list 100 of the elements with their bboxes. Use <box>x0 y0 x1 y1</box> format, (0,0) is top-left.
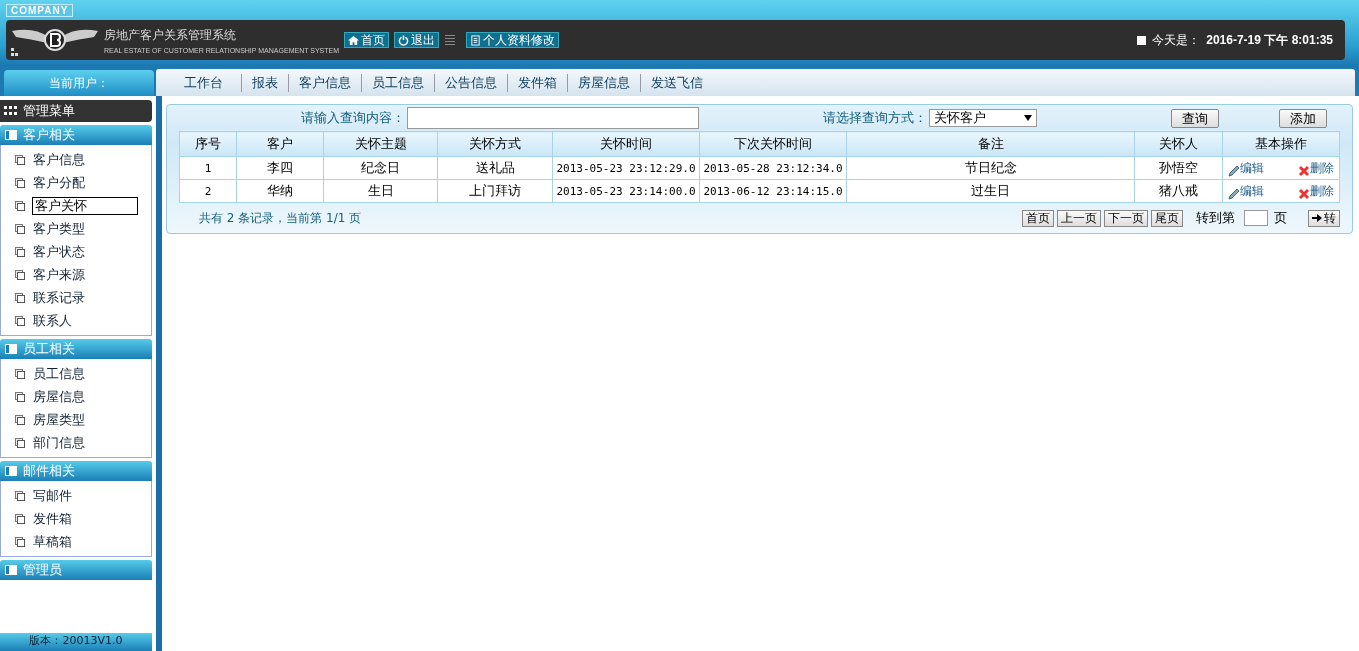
document-icon <box>470 34 482 46</box>
nav-link[interactable]: 发件箱 <box>507 73 567 92</box>
table-cell: 2013-05-23 23:14:00.0 <box>552 179 700 203</box>
column-header: 客户 <box>236 131 324 157</box>
panel-icon <box>5 130 17 140</box>
pager-button[interactable]: 上一页 <box>1057 209 1101 227</box>
pager-button[interactable]: 首页 <box>1022 209 1054 227</box>
menu-title: 管理菜单 <box>23 102 75 120</box>
column-header: 基本操作 <box>1222 131 1340 157</box>
menu-group-title: 管理员 <box>23 561 62 579</box>
cross-icon <box>1298 164 1310 177</box>
home-icon <box>348 34 360 46</box>
column-header: 下次关怀时间 <box>699 131 847 157</box>
table-cell: 生日 <box>323 179 438 203</box>
date-label: 今天是： <box>1152 31 1201 49</box>
delete-link[interactable]: 删除 <box>1298 182 1334 200</box>
nav-link[interactable]: 公告信息 <box>434 73 507 92</box>
page-icon <box>15 246 25 257</box>
system-title: 房地产客户关系管理系统 <box>104 26 237 44</box>
page-icon <box>15 154 25 165</box>
go-button[interactable]: 转 <box>1308 209 1340 227</box>
menu-item[interactable]: 联系记录 <box>30 287 136 308</box>
header-button[interactable]: 个人资料修改 <box>466 32 560 48</box>
menu-item[interactable]: 发件箱 <box>30 508 136 529</box>
page-icon <box>15 391 25 402</box>
page-number-field[interactable] <box>1244 210 1268 226</box>
nav-link[interactable]: 报表 <box>241 73 288 92</box>
menu-item[interactable]: 客户来源 <box>30 264 136 285</box>
delete-link[interactable]: 删除 <box>1298 159 1334 177</box>
menu-item[interactable]: 客户类型 <box>30 218 136 239</box>
menu-item[interactable]: 客户关怀 <box>32 196 138 215</box>
table-cell: 2013-06-12 23:14:15.0 <box>699 179 847 203</box>
header-button[interactable]: 首页 <box>344 32 390 48</box>
table-cell: 上门拜访 <box>437 179 553 203</box>
panel-icon <box>5 466 17 476</box>
query-mode-label: 请选择查询方式： <box>823 109 927 127</box>
page-icon <box>15 513 25 524</box>
header-button[interactable]: 退出 <box>394 32 440 48</box>
menu-item[interactable]: 草稿箱 <box>30 531 136 552</box>
company-logo: COMPANY <box>6 4 74 17</box>
menu-item[interactable]: 房屋信息 <box>30 386 136 407</box>
panel-icon <box>5 344 17 354</box>
version-label: 版本：20013V1.0 <box>0 633 152 651</box>
edit-link[interactable]: 编辑 <box>1228 182 1264 200</box>
page-icon <box>15 414 25 425</box>
current-user-label: 当前用户： <box>4 70 154 96</box>
page-icon <box>15 368 25 379</box>
page-icon <box>15 200 25 211</box>
record-summary: 共有 2 条记录，当前第 1/1 页 <box>199 209 362 227</box>
page-icon <box>15 536 25 547</box>
page-icon <box>15 177 25 188</box>
table-cell: 2013-05-23 23:12:29.0 <box>552 156 700 180</box>
dropdown-icon <box>1024 115 1032 121</box>
page-icon <box>15 292 25 303</box>
menu-item[interactable]: 客户信息 <box>30 149 136 170</box>
menu-item[interactable]: 部门信息 <box>30 432 136 453</box>
table-cell: 1 <box>179 156 237 180</box>
menu-item[interactable]: 客户分配 <box>30 172 136 193</box>
query-mode-select[interactable]: 关怀客户 <box>929 109 1037 127</box>
nav-link[interactable]: 发送飞信 <box>640 73 713 92</box>
page-icon <box>15 437 25 448</box>
pager-button[interactable]: 尾页 <box>1151 209 1183 227</box>
column-header: 关怀主题 <box>323 131 438 157</box>
nav-link[interactable]: 员工信息 <box>361 73 434 92</box>
table-cell: 纪念日 <box>323 156 438 180</box>
menu-item[interactable]: 客户状态 <box>30 241 136 262</box>
page-icon <box>15 315 25 326</box>
edit-link[interactable]: 编辑 <box>1228 159 1264 177</box>
search-label: 请输入查询内容： <box>301 109 405 127</box>
search-field[interactable] <box>407 107 699 129</box>
nav-link[interactable]: 客户信息 <box>288 73 361 92</box>
menu-group-title: 邮件相关 <box>23 462 75 480</box>
panel-icon <box>5 565 17 575</box>
column-header: 关怀人 <box>1134 131 1223 157</box>
menu-item[interactable]: 写邮件 <box>30 485 136 506</box>
menu-item[interactable]: 联系人 <box>30 310 136 331</box>
table-cell: 送礼品 <box>437 156 553 180</box>
nav-link[interactable]: 工作台 <box>166 73 241 92</box>
page-icon <box>15 269 25 280</box>
power-icon <box>398 34 410 46</box>
grid-icon <box>4 106 18 116</box>
menu-item[interactable]: 员工信息 <box>30 363 136 384</box>
action-button[interactable]: 添加 <box>1279 108 1327 128</box>
pager-button[interactable]: 下一页 <box>1104 209 1148 227</box>
goto-label: 转到第 <box>1196 209 1235 227</box>
column-header: 关怀方式 <box>437 131 553 157</box>
action-button[interactable]: 查询 <box>1171 108 1219 128</box>
pencil-icon <box>1228 164 1240 177</box>
column-header: 关怀时间 <box>552 131 700 157</box>
menu-item[interactable]: 房屋类型 <box>30 409 136 430</box>
page-suffix-label: 页 <box>1274 209 1287 227</box>
page-icon <box>15 223 25 234</box>
pencil-icon <box>1228 187 1240 200</box>
column-header: 备注 <box>846 131 1135 157</box>
table-cell: 过生日 <box>846 179 1135 203</box>
nav-link[interactable]: 房屋信息 <box>567 73 640 92</box>
square-icon <box>1137 35 1147 45</box>
column-header: 序号 <box>179 131 237 157</box>
table-cell: 节日纪念 <box>846 156 1135 180</box>
menu-group-title: 客户相关 <box>23 126 75 144</box>
